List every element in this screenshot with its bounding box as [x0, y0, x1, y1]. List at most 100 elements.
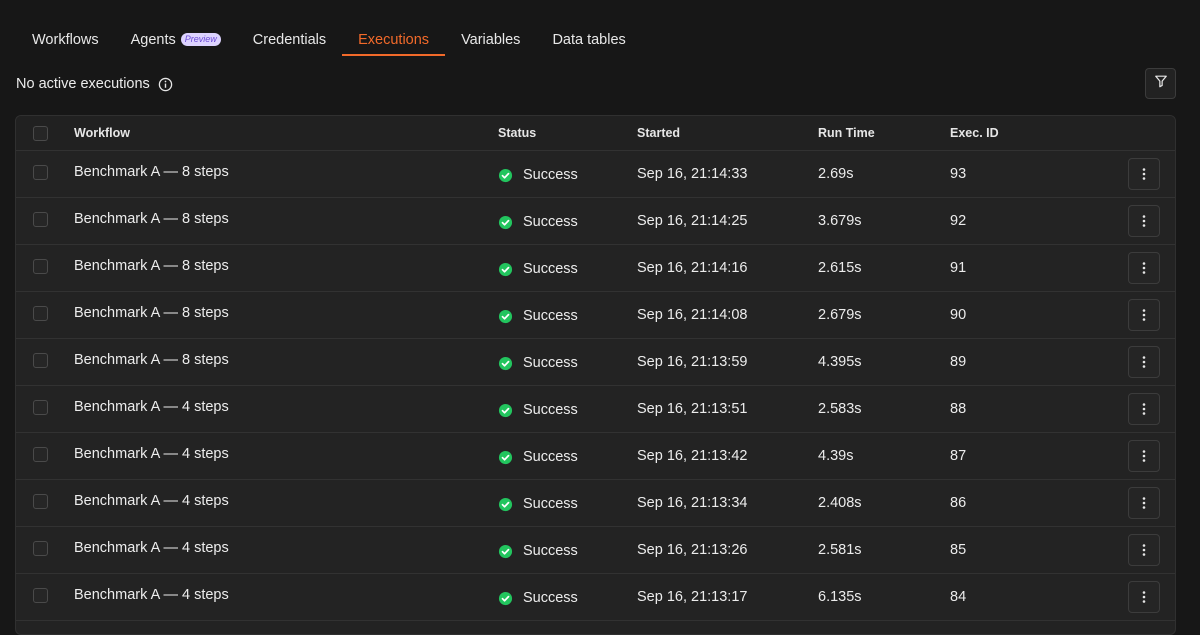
header-exec-id[interactable]: Exec. ID — [950, 116, 999, 150]
exec-id: 88 — [950, 401, 967, 417]
table-row[interactable]: Benchmark A — 4 steps Success Sep 16, 21:1… — [16, 431, 1175, 480]
success-check-icon — [498, 450, 513, 465]
run-time: 6.135s — [818, 589, 862, 605]
workflow-name[interactable]: Benchmark A — 8 steps — [74, 290, 229, 336]
header-status[interactable]: Status — [498, 116, 536, 150]
table-row[interactable]: Benchmark A — 8 steps Success Sep 16, 21:1… — [16, 196, 1175, 245]
status-text: Success — [523, 590, 578, 606]
success-check-icon — [498, 403, 513, 418]
table-row[interactable]: Benchmark A — 8 steps Success Sep 16, 21:1… — [16, 149, 1175, 198]
exec-id: 86 — [950, 495, 967, 511]
success-check-icon — [498, 544, 513, 559]
tab-label: Workflows — [32, 32, 99, 48]
row-checkbox[interactable] — [33, 164, 48, 180]
started-time: Sep 16, 21:14:08 — [637, 307, 748, 323]
exec-id: 89 — [950, 354, 967, 370]
success-check-icon — [498, 591, 513, 606]
row-actions-button[interactable] — [1128, 581, 1160, 613]
workflow-name[interactable]: Benchmark A — 4 steps — [74, 525, 229, 571]
row-actions-button[interactable] — [1128, 393, 1160, 425]
table-row[interactable]: Benchmark A — 8 steps Success Sep 16, 21:1… — [16, 243, 1175, 292]
started-time: Sep 16, 21:13:26 — [637, 542, 748, 558]
status-cell: Success — [498, 340, 578, 386]
success-check-icon — [498, 497, 513, 512]
run-time: 2.581s — [818, 542, 862, 558]
exec-id: 90 — [950, 307, 967, 323]
header-started[interactable]: Started — [637, 116, 680, 150]
row-actions-button[interactable] — [1128, 158, 1160, 190]
row-actions-button[interactable] — [1128, 346, 1160, 378]
tab-variables[interactable]: Variables — [445, 26, 536, 56]
workflow-name[interactable]: Benchmark A — 4 steps — [74, 572, 229, 618]
run-time: 2.583s — [818, 401, 862, 417]
table-row[interactable]: Benchmark A — 8 steps Success Sep 16, 21:1… — [16, 337, 1175, 386]
row-checkbox[interactable] — [33, 399, 48, 415]
tab-data-tables[interactable]: Data tables — [536, 26, 641, 56]
tab-label: Data tables — [552, 32, 626, 48]
row-actions-button[interactable] — [1128, 534, 1160, 566]
run-time: 4.39s — [818, 448, 854, 464]
more-vertical-icon — [1142, 496, 1146, 510]
status-text: Success — [523, 355, 578, 371]
row-actions-button[interactable] — [1128, 440, 1160, 472]
exec-id: 92 — [950, 213, 967, 229]
select-all-checkbox[interactable] — [33, 125, 48, 141]
started-time: Sep 16, 21:13:42 — [637, 448, 748, 464]
row-checkbox[interactable] — [33, 352, 48, 368]
info-icon[interactable] — [158, 77, 173, 92]
header-run-time[interactable]: Run Time — [818, 116, 875, 150]
workflow-name[interactable]: Benchmark A — 4 steps — [74, 431, 229, 477]
tab-credentials[interactable]: Credentials — [237, 26, 342, 56]
row-actions-button[interactable] — [1128, 252, 1160, 284]
started-time: Sep 16, 21:14:25 — [637, 213, 748, 229]
workflow-name[interactable]: Benchmark A — 8 steps — [74, 149, 229, 195]
success-check-icon — [498, 309, 513, 324]
table-header: Workflow Status Started Run Time Exec. I… — [16, 116, 1175, 151]
run-time: 4.395s — [818, 354, 862, 370]
status-cell: Success — [498, 199, 578, 245]
row-checkbox[interactable] — [33, 540, 48, 556]
run-time: 2.679s — [818, 307, 862, 323]
workflow-name[interactable]: Benchmark A — 8 steps — [74, 196, 229, 242]
row-checkbox[interactable] — [33, 258, 48, 274]
started-time: Sep 16, 21:13:34 — [637, 495, 748, 511]
success-check-icon — [498, 356, 513, 371]
tab-executions[interactable]: Executions — [342, 26, 446, 56]
row-checkbox[interactable] — [33, 587, 48, 603]
table-row[interactable]: Benchmark A — 8 steps Success Sep 16, 21:1… — [16, 290, 1175, 339]
more-vertical-icon — [1142, 590, 1146, 604]
workflow-name[interactable]: Benchmark A — 8 steps — [74, 337, 229, 383]
status-text: Success — [523, 402, 578, 418]
exec-id: 87 — [950, 448, 967, 464]
started-time: Sep 16, 21:13:51 — [637, 401, 748, 417]
row-checkbox[interactable] — [33, 446, 48, 462]
status-cell: Success — [498, 293, 578, 339]
more-vertical-icon — [1142, 261, 1146, 275]
workflow-name[interactable]: Benchmark A — 4 steps — [74, 478, 229, 524]
table-row[interactable]: Benchmark A — 4 steps Success Sep 16, 21:1… — [16, 384, 1175, 433]
more-vertical-icon — [1142, 214, 1146, 228]
run-time: 2.408s — [818, 495, 862, 511]
workflow-name[interactable]: Benchmark A — 4 steps — [74, 384, 229, 430]
row-actions-button[interactable] — [1128, 487, 1160, 519]
row-actions-button[interactable] — [1128, 205, 1160, 237]
row-checkbox[interactable] — [33, 493, 48, 509]
tab-workflows[interactable]: Workflows — [16, 26, 115, 56]
header-workflow[interactable]: Workflow — [74, 116, 130, 150]
status-text: Success — [523, 543, 578, 559]
row-checkbox[interactable] — [33, 211, 48, 227]
status-text: Success — [523, 214, 578, 230]
table-row[interactable]: Benchmark A — 4 steps Success Sep 16, 21:1… — [16, 478, 1175, 527]
more-vertical-icon — [1142, 402, 1146, 416]
row-actions-button[interactable] — [1128, 299, 1160, 331]
workflow-name[interactable]: Benchmark A — 8 steps — [74, 243, 229, 289]
filter-button[interactable] — [1145, 68, 1176, 99]
table-row[interactable]: Benchmark A — 4 steps Success Sep 16, 21:1… — [16, 572, 1175, 621]
started-time: Sep 16, 21:14:33 — [637, 166, 748, 182]
tab-agents[interactable]: Agents Preview — [115, 26, 237, 56]
status-cell: Success — [498, 246, 578, 292]
table-row[interactable]: Benchmark A — 4 steps Success Sep 16, 21:1… — [16, 525, 1175, 574]
row-checkbox[interactable] — [33, 305, 48, 321]
main-tabs: Workflows Agents Preview Credentials Exec… — [16, 26, 642, 56]
started-time: Sep 16, 21:13:59 — [637, 354, 748, 370]
